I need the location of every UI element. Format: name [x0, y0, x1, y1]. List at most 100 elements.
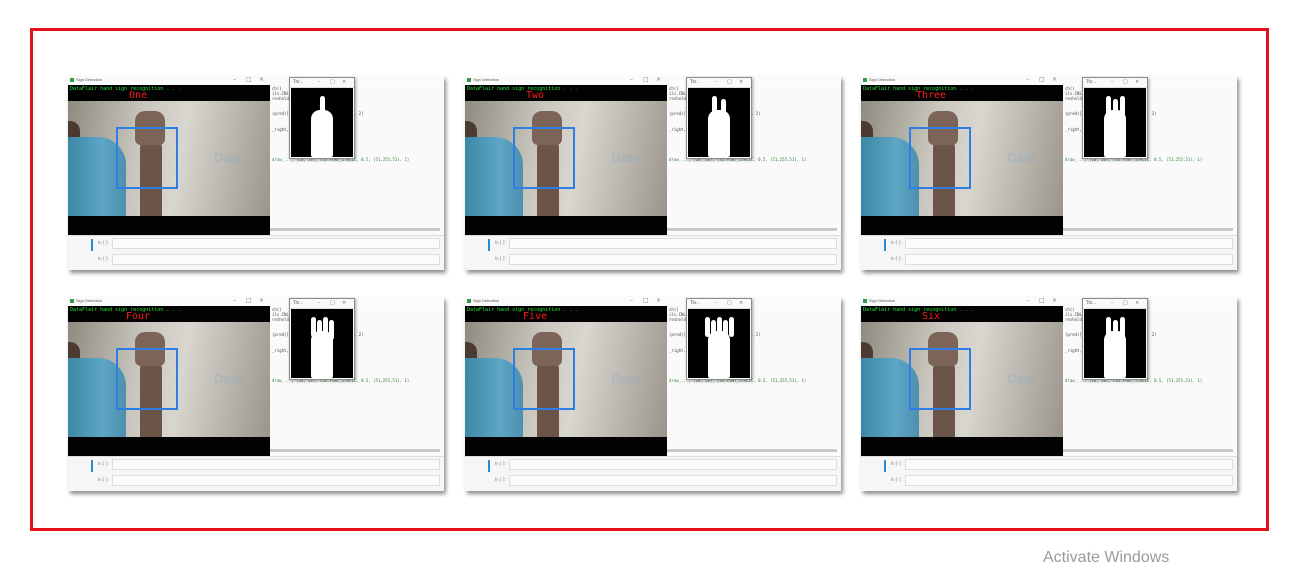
close-icon[interactable]: ×: [1135, 299, 1139, 307]
close-icon[interactable]: ×: [656, 297, 661, 305]
horizontal-scrollbar[interactable]: [270, 449, 440, 452]
threshold-window[interactable]: Thr... – □ ×: [1082, 77, 1148, 159]
camera-footer: [465, 216, 667, 235]
threshold-title: Thr...: [1086, 79, 1097, 84]
maximize-icon[interactable]: □: [330, 299, 335, 307]
threshold-titlebar[interactable]: Thr... – □ ×: [687, 78, 751, 88]
maximize-icon[interactable]: □: [246, 297, 252, 305]
camera-header: DataFlair hand sign recognition . . . Fou…: [68, 306, 270, 322]
notebook-cells: In [ ]: In [ ]:: [861, 456, 1237, 491]
threshold-image: [688, 88, 750, 157]
minimize-icon[interactable]: –: [318, 78, 321, 86]
threshold-image: [291, 88, 353, 157]
close-icon[interactable]: ×: [259, 76, 264, 84]
camera-header: DataFlair hand sign recognition . . . Thr…: [861, 85, 1063, 101]
close-icon[interactable]: ×: [1135, 78, 1139, 86]
screenshot-panel-four: Sign Detection – □ × DataFlair hand sign rec…: [68, 297, 444, 491]
threshold-image: [688, 309, 750, 378]
cell-selection-bar: [91, 460, 93, 472]
camera-scene: Data: [861, 101, 1063, 216]
code-cell-input[interactable]: [905, 238, 1233, 249]
threshold-window[interactable]: Thr... – □ ×: [686, 298, 752, 380]
code-cell-input[interactable]: [509, 459, 837, 470]
horizontal-scrollbar[interactable]: [1063, 228, 1233, 231]
cell-prompt: In [ ]:: [891, 477, 902, 482]
minimize-icon[interactable]: –: [715, 78, 718, 86]
maximize-icon[interactable]: □: [1123, 299, 1128, 307]
maximize-icon[interactable]: □: [643, 297, 649, 305]
minimize-icon[interactable]: –: [318, 299, 321, 307]
close-icon[interactable]: ×: [1052, 297, 1057, 305]
close-icon[interactable]: ×: [656, 76, 661, 84]
maximize-icon[interactable]: □: [1039, 76, 1045, 84]
maximize-icon[interactable]: □: [727, 78, 732, 86]
roi-box: [909, 348, 971, 410]
close-icon[interactable]: ×: [739, 299, 743, 307]
horizontal-scrollbar[interactable]: [1063, 449, 1233, 452]
threshold-window[interactable]: Thr... – □ ×: [686, 77, 752, 159]
minimize-icon[interactable]: –: [1026, 76, 1029, 84]
close-icon[interactable]: ×: [342, 299, 346, 307]
screenshot-panel-six: Sign Detection – □ × DataFlair hand sign rec…: [861, 297, 1237, 491]
minimize-icon[interactable]: –: [630, 297, 633, 305]
code-cell-input[interactable]: [509, 254, 837, 265]
close-icon[interactable]: ×: [739, 78, 743, 86]
code-cell-input[interactable]: [112, 254, 440, 265]
maximize-icon[interactable]: □: [1123, 78, 1128, 86]
code-cell-input[interactable]: [112, 459, 440, 470]
camera-feed: DataFlair hand sign recognition . . . Fou…: [68, 306, 270, 456]
minimize-icon[interactable]: –: [630, 76, 633, 84]
finger-shape: [729, 317, 734, 337]
code-cell-input[interactable]: [112, 238, 440, 249]
close-icon[interactable]: ×: [259, 297, 264, 305]
code-cell-input[interactable]: [509, 238, 837, 249]
code-cell-input[interactable]: [905, 459, 1233, 470]
camera-footer: [68, 216, 270, 235]
prediction-label: Four: [125, 311, 151, 322]
horizontal-scrollbar[interactable]: [667, 449, 837, 452]
threshold-titlebar[interactable]: Thr... – □ ×: [290, 78, 354, 88]
maximize-icon[interactable]: □: [1039, 297, 1045, 305]
threshold-titlebar[interactable]: Thr... – □ ×: [1083, 299, 1147, 309]
close-icon[interactable]: ×: [342, 78, 346, 86]
code-cell-input[interactable]: [509, 475, 837, 486]
minimize-icon[interactable]: –: [1111, 299, 1114, 307]
app-icon: [863, 299, 867, 303]
horizontal-scrollbar[interactable]: [270, 228, 440, 231]
hand-silhouette: [1104, 110, 1126, 157]
threshold-window[interactable]: Thr... – □ ×: [1082, 298, 1148, 380]
camera-footer: [465, 437, 667, 456]
minimize-icon[interactable]: –: [233, 297, 236, 305]
camera-feed: DataFlair hand sign recognition . . . Two…: [465, 85, 667, 235]
maximize-icon[interactable]: □: [330, 78, 335, 86]
screenshot-panel-three: Sign Detection – □ × DataFlair hand sign rec…: [861, 76, 1237, 270]
threshold-window[interactable]: Thr... – □ ×: [289, 77, 355, 159]
threshold-titlebar[interactable]: Thr... – □ ×: [687, 299, 751, 309]
code-cell-input[interactable]: [905, 254, 1233, 265]
code-cell-input[interactable]: [905, 475, 1233, 486]
threshold-titlebar[interactable]: Thr... – □ ×: [1083, 78, 1147, 88]
horizontal-scrollbar[interactable]: [667, 228, 837, 231]
cell-selection-bar: [488, 460, 490, 472]
minimize-icon[interactable]: –: [1026, 297, 1029, 305]
camera-header: DataFlair hand sign recognition . . . Fiv…: [465, 306, 667, 322]
code-cell-input[interactable]: [112, 475, 440, 486]
prediction-label: One: [128, 90, 148, 101]
app-icon: [467, 299, 471, 303]
roi-box: [116, 127, 178, 189]
maximize-icon[interactable]: □: [643, 76, 649, 84]
cell-prompt: In [ ]:: [495, 461, 506, 466]
threshold-titlebar[interactable]: Thr... – □ ×: [290, 299, 354, 309]
minimize-icon[interactable]: –: [233, 76, 236, 84]
maximize-icon[interactable]: □: [246, 76, 252, 84]
close-icon[interactable]: ×: [1052, 76, 1057, 84]
window-title: Sign Detection: [473, 298, 500, 303]
cell-prompt: In [ ]:: [98, 240, 109, 245]
dataflair-watermark: Data: [611, 150, 640, 165]
threshold-window[interactable]: Thr... – □ ×: [289, 298, 355, 380]
threshold-title: Thr...: [293, 79, 304, 84]
minimize-icon[interactable]: –: [1111, 78, 1114, 86]
camera-scene: Data: [465, 322, 667, 437]
maximize-icon[interactable]: □: [727, 299, 732, 307]
minimize-icon[interactable]: –: [715, 299, 718, 307]
